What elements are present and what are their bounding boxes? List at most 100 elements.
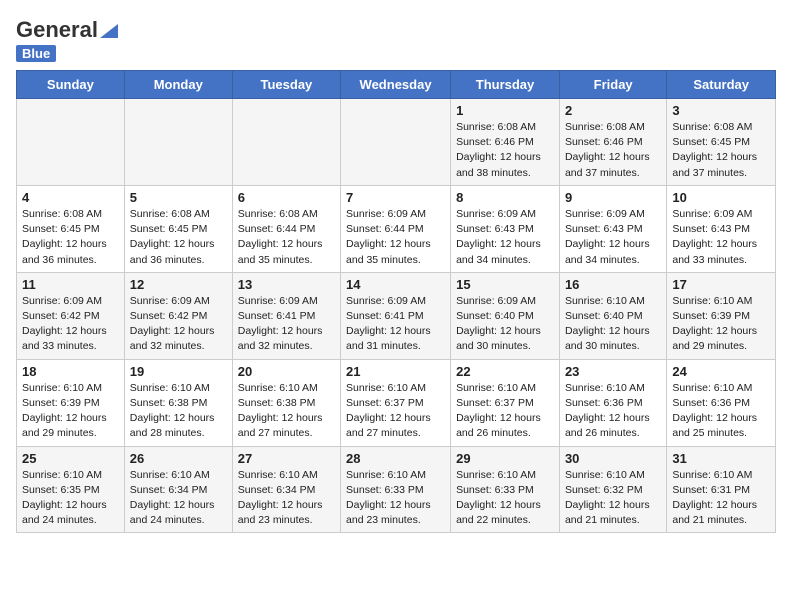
- calendar-cell: 3Sunrise: 6:08 AM Sunset: 6:45 PM Daylig…: [667, 99, 776, 186]
- day-info: Sunrise: 6:10 AM Sunset: 6:36 PM Dayligh…: [672, 381, 770, 442]
- calendar-cell: 14Sunrise: 6:09 AM Sunset: 6:41 PM Dayli…: [341, 272, 451, 359]
- day-number: 24: [672, 364, 770, 379]
- calendar-week-row: 25 Sunrise: 6:10 AM Sunset: 6:35 PM Dayli…: [17, 446, 776, 533]
- calendar-cell: 20Sunrise: 6:10 AM Sunset: 6:38 PM Dayli…: [232, 359, 340, 446]
- calendar-cell: 7Sunrise: 6:09 AM Sunset: 6:44 PM Daylig…: [341, 185, 451, 272]
- day-number: 23: [565, 364, 661, 379]
- day-number: 10: [672, 190, 770, 205]
- day-info: Sunrise: 6:10 AM Sunset: 6:40 PM Dayligh…: [565, 294, 661, 355]
- day-number: 13: [238, 277, 335, 292]
- day-info: Sunrise: 6:10 AM Sunset: 6:35 PM Dayligh…: [22, 468, 119, 529]
- calendar-cell: [341, 99, 451, 186]
- calendar-cell: 2 Sunrise: 6:08 AM Sunset: 6:46 PM Daylig…: [559, 99, 666, 186]
- day-info: Sunrise: 6:09 AM Sunset: 6:42 PM Dayligh…: [130, 294, 227, 355]
- day-number: 29: [456, 451, 554, 466]
- day-info: Sunrise: 6:09 AM Sunset: 6:43 PM Dayligh…: [565, 207, 661, 268]
- day-info: Sunrise: 6:09 AM Sunset: 6:41 PM Dayligh…: [238, 294, 335, 355]
- day-number: 5: [130, 190, 227, 205]
- day-of-week-header: Sunday: [17, 71, 125, 99]
- day-number: 31: [672, 451, 770, 466]
- calendar-week-row: 11Sunrise: 6:09 AM Sunset: 6:42 PM Dayli…: [17, 272, 776, 359]
- calendar-cell: 8 Sunrise: 6:09 AM Sunset: 6:43 PM Daylig…: [451, 185, 560, 272]
- calendar-cell: 9 Sunrise: 6:09 AM Sunset: 6:43 PM Daylig…: [559, 185, 666, 272]
- calendar-cell: 27Sunrise: 6:10 AM Sunset: 6:34 PM Dayli…: [232, 446, 340, 533]
- day-number: 2: [565, 103, 661, 118]
- calendar-cell: [124, 99, 232, 186]
- day-info: Sunrise: 6:09 AM Sunset: 6:41 PM Dayligh…: [346, 294, 445, 355]
- calendar-cell: 1Sunrise: 6:08 AM Sunset: 6:46 PM Daylig…: [451, 99, 560, 186]
- day-number: 18: [22, 364, 119, 379]
- page-header: General Blue: [16, 16, 776, 62]
- day-info: Sunrise: 6:09 AM Sunset: 6:42 PM Dayligh…: [22, 294, 119, 355]
- day-number: 21: [346, 364, 445, 379]
- calendar-cell: 31 Sunrise: 6:10 AM Sunset: 6:31 PM Dayli…: [667, 446, 776, 533]
- calendar-cell: 21 Sunrise: 6:10 AM Sunset: 6:37 PM Dayli…: [341, 359, 451, 446]
- calendar-week-row: 1Sunrise: 6:08 AM Sunset: 6:46 PM Daylig…: [17, 99, 776, 186]
- calendar-cell: 11Sunrise: 6:09 AM Sunset: 6:42 PM Dayli…: [17, 272, 125, 359]
- day-info: Sunrise: 6:10 AM Sunset: 6:33 PM Dayligh…: [346, 468, 445, 529]
- day-number: 4: [22, 190, 119, 205]
- calendar-cell: 24 Sunrise: 6:10 AM Sunset: 6:36 PM Dayli…: [667, 359, 776, 446]
- calendar-cell: 17 Sunrise: 6:10 AM Sunset: 6:39 PM Dayli…: [667, 272, 776, 359]
- day-info: Sunrise: 6:08 AM Sunset: 6:45 PM Dayligh…: [672, 120, 770, 181]
- day-info: Sunrise: 6:10 AM Sunset: 6:38 PM Dayligh…: [130, 381, 227, 442]
- day-number: 25: [22, 451, 119, 466]
- header-row: SundayMondayTuesdayWednesdayThursdayFrid…: [17, 71, 776, 99]
- day-info: Sunrise: 6:10 AM Sunset: 6:32 PM Dayligh…: [565, 468, 661, 529]
- day-info: Sunrise: 6:08 AM Sunset: 6:44 PM Dayligh…: [238, 207, 335, 268]
- calendar-week-row: 4 Sunrise: 6:08 AM Sunset: 6:45 PM Daylig…: [17, 185, 776, 272]
- day-number: 26: [130, 451, 227, 466]
- calendar-cell: 18 Sunrise: 6:10 AM Sunset: 6:39 PM Dayli…: [17, 359, 125, 446]
- calendar-cell: 5 Sunrise: 6:08 AM Sunset: 6:45 PM Daylig…: [124, 185, 232, 272]
- day-number: 19: [130, 364, 227, 379]
- calendar-week-row: 18 Sunrise: 6:10 AM Sunset: 6:39 PM Dayli…: [17, 359, 776, 446]
- day-number: 16: [565, 277, 661, 292]
- calendar-cell: [17, 99, 125, 186]
- calendar-cell: 12 Sunrise: 6:09 AM Sunset: 6:42 PM Dayli…: [124, 272, 232, 359]
- calendar-table: SundayMondayTuesdayWednesdayThursdayFrid…: [16, 70, 776, 533]
- calendar-cell: 13 Sunrise: 6:09 AM Sunset: 6:41 PM Dayli…: [232, 272, 340, 359]
- calendar-cell: 30 Sunrise: 6:10 AM Sunset: 6:32 PM Dayli…: [559, 446, 666, 533]
- day-info: Sunrise: 6:10 AM Sunset: 6:36 PM Dayligh…: [565, 381, 661, 442]
- day-info: Sunrise: 6:10 AM Sunset: 6:34 PM Dayligh…: [130, 468, 227, 529]
- day-number: 30: [565, 451, 661, 466]
- day-info: Sunrise: 6:08 AM Sunset: 6:46 PM Dayligh…: [456, 120, 554, 181]
- calendar-body: 1Sunrise: 6:08 AM Sunset: 6:46 PM Daylig…: [17, 99, 776, 533]
- day-number: 15: [456, 277, 554, 292]
- day-info: Sunrise: 6:09 AM Sunset: 6:43 PM Dayligh…: [456, 207, 554, 268]
- logo-blue-badge: Blue: [16, 45, 56, 62]
- calendar-cell: 4Sunrise: 6:08 AM Sunset: 6:45 PM Daylig…: [17, 185, 125, 272]
- logo: General Blue: [16, 16, 118, 62]
- calendar-cell: 19 Sunrise: 6:10 AM Sunset: 6:38 PM Dayli…: [124, 359, 232, 446]
- day-info: Sunrise: 6:10 AM Sunset: 6:31 PM Dayligh…: [672, 468, 770, 529]
- day-info: Sunrise: 6:08 AM Sunset: 6:45 PM Dayligh…: [130, 207, 227, 268]
- day-number: 12: [130, 277, 227, 292]
- day-of-week-header: Tuesday: [232, 71, 340, 99]
- day-of-week-header: Monday: [124, 71, 232, 99]
- logo-general-text: General: [16, 17, 98, 43]
- calendar-cell: 23 Sunrise: 6:10 AM Sunset: 6:36 PM Dayli…: [559, 359, 666, 446]
- day-info: Sunrise: 6:09 AM Sunset: 6:44 PM Dayligh…: [346, 207, 445, 268]
- calendar-cell: 16 Sunrise: 6:10 AM Sunset: 6:40 PM Dayli…: [559, 272, 666, 359]
- day-number: 28: [346, 451, 445, 466]
- day-info: Sunrise: 6:10 AM Sunset: 6:39 PM Dayligh…: [672, 294, 770, 355]
- day-of-week-header: Saturday: [667, 71, 776, 99]
- day-info: Sunrise: 6:09 AM Sunset: 6:43 PM Dayligh…: [672, 207, 770, 268]
- day-info: Sunrise: 6:10 AM Sunset: 6:37 PM Dayligh…: [346, 381, 445, 442]
- calendar-cell: 25 Sunrise: 6:10 AM Sunset: 6:35 PM Dayli…: [17, 446, 125, 533]
- calendar-cell: 29 Sunrise: 6:10 AM Sunset: 6:33 PM Dayli…: [451, 446, 560, 533]
- calendar-cell: 28 Sunrise: 6:10 AM Sunset: 6:33 PM Dayli…: [341, 446, 451, 533]
- day-info: Sunrise: 6:10 AM Sunset: 6:34 PM Dayligh…: [238, 468, 335, 529]
- day-info: Sunrise: 6:08 AM Sunset: 6:46 PM Dayligh…: [565, 120, 661, 181]
- day-info: Sunrise: 6:10 AM Sunset: 6:39 PM Dayligh…: [22, 381, 119, 442]
- calendar-cell: 26 Sunrise: 6:10 AM Sunset: 6:34 PM Dayli…: [124, 446, 232, 533]
- calendar-cell: 10 Sunrise: 6:09 AM Sunset: 6:43 PM Dayli…: [667, 185, 776, 272]
- day-of-week-header: Thursday: [451, 71, 560, 99]
- day-info: Sunrise: 6:10 AM Sunset: 6:33 PM Dayligh…: [456, 468, 554, 529]
- day-number: 8: [456, 190, 554, 205]
- calendar-cell: [232, 99, 340, 186]
- day-number: 9: [565, 190, 661, 205]
- day-info: Sunrise: 6:10 AM Sunset: 6:38 PM Dayligh…: [238, 381, 335, 442]
- day-info: Sunrise: 6:09 AM Sunset: 6:40 PM Dayligh…: [456, 294, 554, 355]
- day-number: 17: [672, 277, 770, 292]
